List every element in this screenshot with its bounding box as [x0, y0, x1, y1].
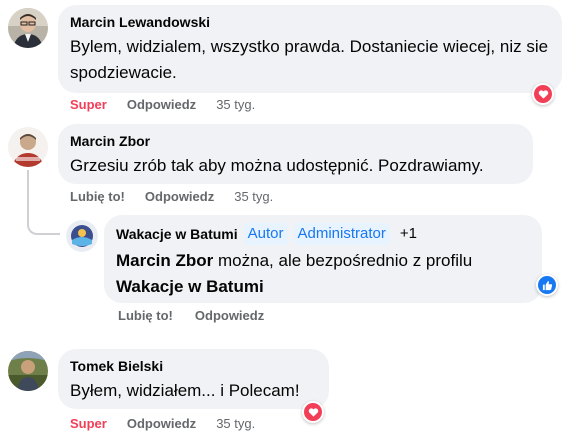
mention-wakacje-w-batumi[interactable]: Wakacje w Batumi — [116, 277, 264, 296]
avatar-tomek-bielski[interactable] — [8, 351, 48, 391]
reaction-heart-badge[interactable] — [302, 401, 324, 423]
comment-author[interactable]: Marcin Zbor — [70, 132, 521, 150]
avatar-marcin-lewandowski[interactable] — [8, 8, 48, 48]
reaction-like-badge[interactable] — [536, 274, 558, 296]
reply-actions: Lubię to! Odpowiedz — [118, 308, 264, 324]
comment-text: Bylem, widzialem, wszystko prawda. Dosta… — [70, 37, 549, 82]
comment-author[interactable]: Tomek Bielski — [70, 357, 317, 375]
reply-link[interactable]: Odpowiedz — [127, 416, 196, 432]
thread-connector — [27, 170, 60, 235]
like-link[interactable]: Lubię to! — [118, 308, 173, 324]
heart-icon — [308, 407, 318, 417]
comment-text: Grzesiu zrób tak aby można udostępnić. P… — [70, 156, 484, 175]
reply-author-row: Wakacje w Batumi Autor Administrator +1 — [116, 223, 530, 245]
like-icon — [542, 280, 552, 290]
comment-author[interactable]: Marcin Lewandowski — [70, 13, 550, 31]
super-reaction-link[interactable]: Super — [70, 97, 107, 113]
mention-marcin-zbor[interactable]: Marcin Zbor — [116, 251, 213, 270]
comment-actions-3: Super Odpowiedz 35 tyg. — [70, 416, 255, 432]
badge-author: Autor — [243, 223, 288, 245]
comment-bubble-3: Tomek Bielski Byłem, widziałem... i Pole… — [58, 349, 329, 409]
comment-time[interactable]: 35 tyg. — [216, 416, 255, 432]
comment-time[interactable]: 35 tyg. — [216, 97, 255, 113]
reply-author[interactable]: Wakacje w Batumi — [116, 225, 238, 243]
reply-link[interactable]: Odpowiedz — [127, 97, 196, 113]
author-badges: Autor Administrator +1 — [243, 223, 421, 245]
super-reaction-link[interactable]: Super — [70, 416, 107, 432]
heart-icon — [538, 89, 548, 99]
comment-time[interactable]: 35 tyg. — [234, 189, 273, 205]
comment-bubble-1: Marcin Lewandowski Bylem, widzialem, wsz… — [58, 5, 562, 93]
avatar-wakacje-w-batumi[interactable] — [66, 220, 98, 252]
badge-administrator: Administrator — [293, 223, 390, 245]
comment-actions-1: Super Odpowiedz 35 tyg. — [70, 97, 255, 113]
reply-link[interactable]: Odpowiedz — [145, 189, 214, 205]
reaction-heart-badge[interactable] — [532, 83, 554, 105]
reply-text-body: można, ale bezpośrednio z profilu — [213, 251, 473, 270]
avatar-marcin-zbor[interactable] — [8, 127, 48, 167]
comment-text: Byłem, widziałem... i Polecam! — [70, 381, 300, 400]
reply-bubble: Wakacje w Batumi Autor Administrator +1 … — [104, 215, 542, 303]
badge-more[interactable]: +1 — [395, 223, 421, 245]
like-link[interactable]: Lubię to! — [70, 189, 125, 205]
comment-bubble-2: Marcin Zbor Grzesiu zrób tak aby można u… — [58, 124, 533, 184]
reply-link[interactable]: Odpowiedz — [195, 308, 264, 324]
reply-text: Marcin Zbor można, ale bezpośrednio z pr… — [116, 248, 530, 300]
comment-actions-2: Lubię to! Odpowiedz 35 tyg. — [70, 189, 273, 205]
